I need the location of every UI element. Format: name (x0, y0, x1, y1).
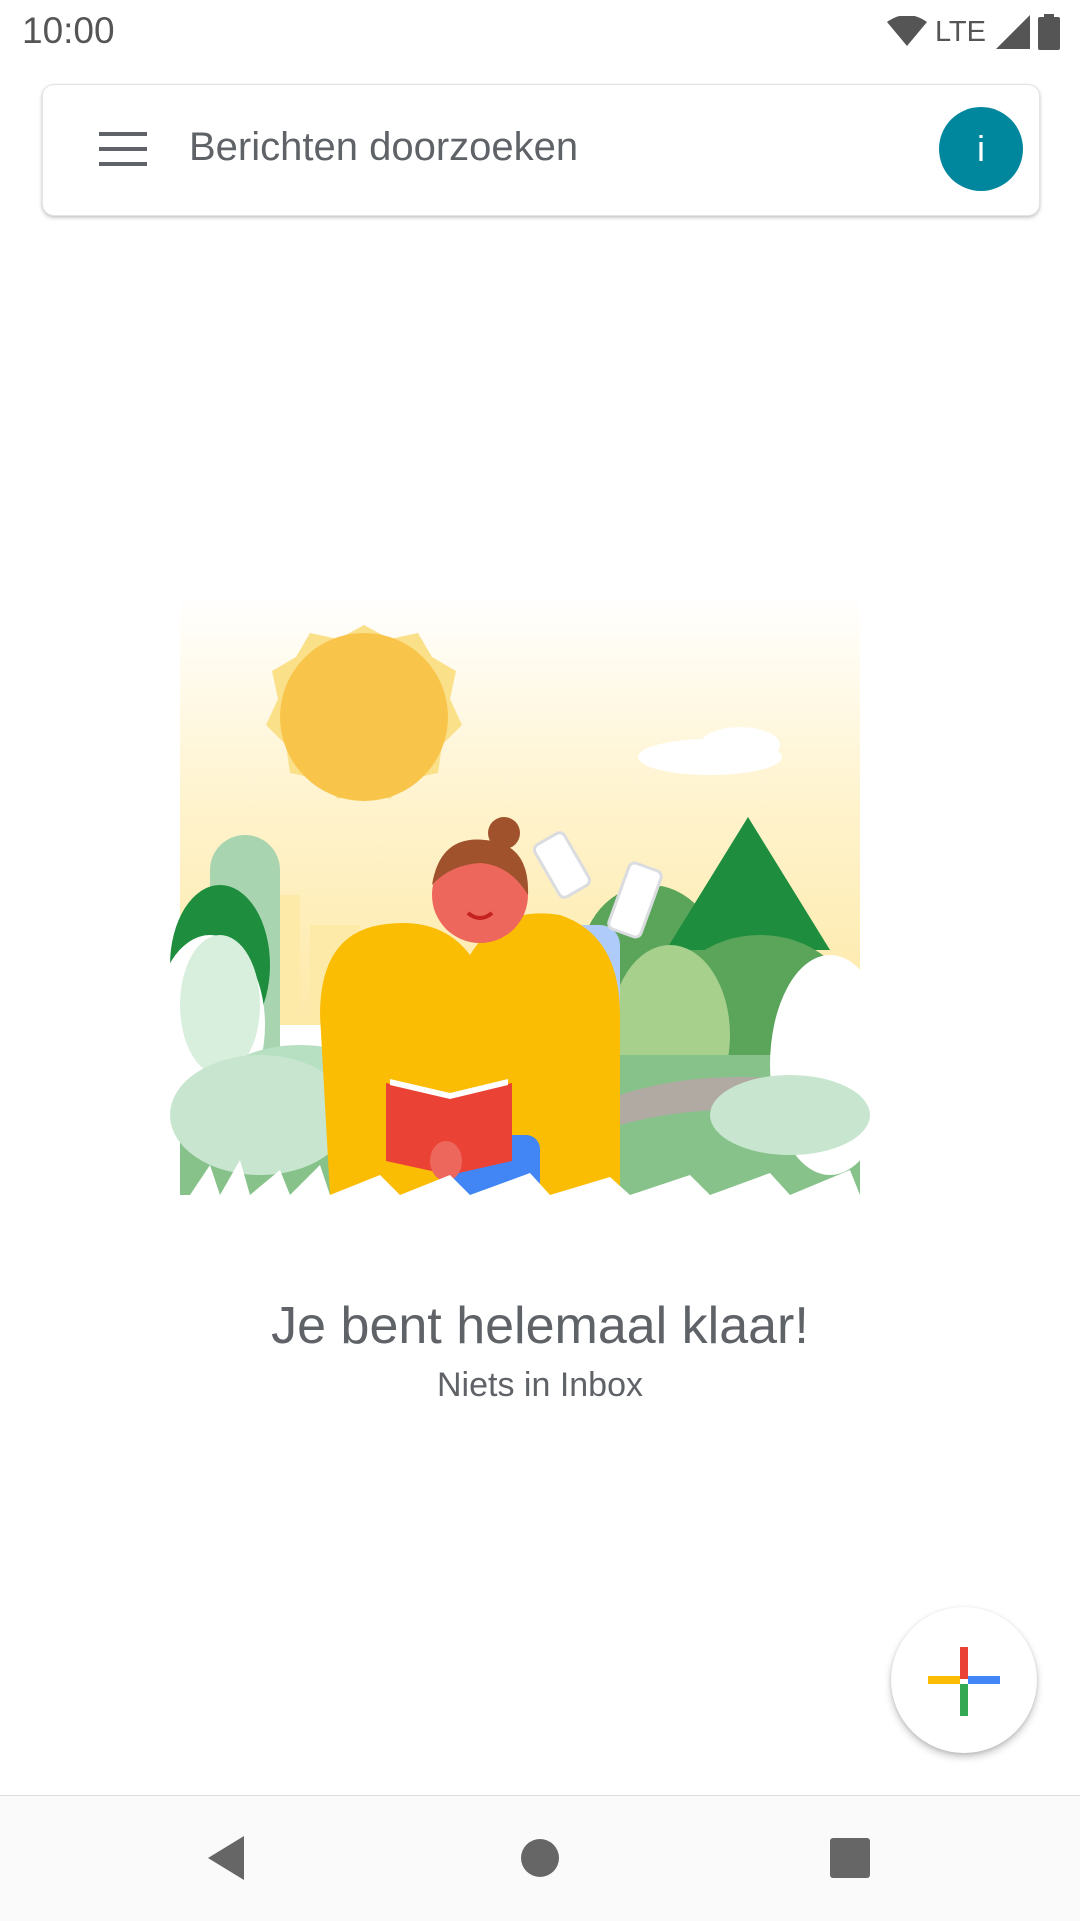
recents-icon (830, 1838, 870, 1878)
person-reading-in-park-illustration (155, 595, 890, 1195)
search-bar[interactable]: Berichten doorzoeken i (42, 84, 1040, 216)
account-avatar[interactable]: i (939, 107, 1023, 191)
home-button[interactable] (510, 1828, 570, 1888)
compose-button[interactable] (891, 1607, 1037, 1753)
empty-state-title: Je bent helemaal klaar! (271, 1297, 809, 1355)
navigation-bar (0, 1795, 1080, 1921)
compose-plus-icon (928, 1647, 1000, 1716)
search-input[interactable]: Berichten doorzoeken (189, 125, 578, 170)
back-button[interactable] (196, 1828, 256, 1888)
network-type-label: LTE (934, 15, 986, 48)
status-icons: LTE (886, 12, 1060, 52)
back-icon (208, 1836, 244, 1880)
empty-state-subtitle: Niets in Inbox (437, 1366, 643, 1404)
status-time: 10:00 (22, 10, 115, 51)
battery-icon (1038, 14, 1060, 50)
recents-button[interactable] (820, 1828, 880, 1888)
home-icon (521, 1839, 559, 1877)
status-bar: 10:00 LTE (0, 0, 1080, 63)
avatar-letter: i (977, 128, 985, 169)
cell-signal-icon (996, 15, 1030, 49)
hamburger-menu-icon (99, 132, 147, 166)
menu-button[interactable] (83, 109, 163, 189)
wifi-icon (886, 16, 927, 46)
